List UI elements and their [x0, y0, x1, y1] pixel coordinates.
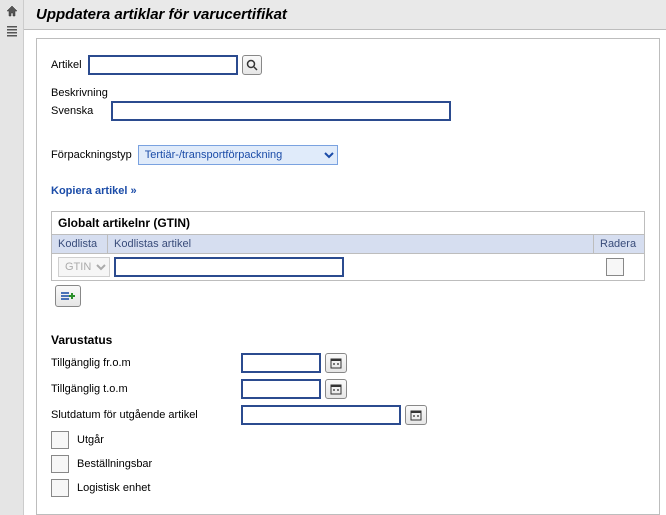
tillg-from-input[interactable]: [241, 353, 321, 373]
artikel-input[interactable]: [88, 55, 238, 75]
logistisk-label: Logistisk enhet: [77, 482, 150, 494]
forpackningstyp-select[interactable]: Tertiär-/transportförpackning: [138, 145, 338, 165]
gtin-group: Globalt artikelnr (GTIN) Kodlista Kodlis…: [51, 211, 645, 281]
calendar-icon: [330, 383, 342, 395]
tillg-tom-label: Tillgänglig t.o.m: [51, 383, 241, 395]
artikel-row: Artikel: [51, 55, 645, 75]
col-kodlista: Kodlista: [52, 235, 108, 253]
slutdatum-row: Slutdatum för utgående artikel: [51, 405, 645, 425]
slutdatum-input[interactable]: [241, 405, 401, 425]
beskrivning-label: Beskrivning: [51, 87, 645, 99]
add-row-button[interactable]: [55, 285, 81, 307]
svenska-label: Svenska: [51, 105, 105, 117]
svenska-input[interactable]: [111, 101, 451, 121]
utgar-label: Utgår: [77, 434, 104, 446]
left-rail: [0, 0, 24, 515]
varustatus-title: Varustatus: [51, 333, 645, 347]
search-icon: [246, 59, 258, 71]
utgar-checkbox[interactable]: [51, 431, 69, 449]
bestallningsbar-checkbox[interactable]: [51, 455, 69, 473]
slutdatum-label: Slutdatum för utgående artikel: [51, 409, 241, 421]
radera-button[interactable]: [606, 258, 624, 276]
tillg-tom-row: Tillgänglig t.o.m: [51, 379, 645, 399]
delete-icon: [610, 259, 620, 269]
tillg-tom-calendar-button[interactable]: [325, 379, 347, 399]
col-radera: Radera: [594, 235, 644, 253]
page-title-text: Uppdatera artiklar för varucertifikat: [36, 6, 287, 23]
kopiera-artikel-link[interactable]: Kopiera artikel »: [51, 185, 137, 197]
gtin-group-title: Globalt artikelnr (GTIN): [52, 212, 644, 234]
gtin-grid-header: Kodlista Kodlistas artikel Radera: [52, 234, 644, 254]
gtin-grid-row: GTIN: [52, 254, 644, 280]
kodlista-select: GTIN: [58, 257, 110, 277]
forpackningstyp-label: Förpackningstyp: [51, 149, 132, 161]
utgar-row: Utgår: [51, 431, 645, 449]
page-title: Uppdatera artiklar för varucertifikat: [24, 0, 666, 30]
logistisk-row: Logistisk enhet: [51, 479, 645, 497]
tillg-from-calendar-button[interactable]: [325, 353, 347, 373]
bestallningsbar-label: Beställningsbar: [77, 458, 152, 470]
kodlistas-artikel-input[interactable]: [114, 257, 344, 277]
logistisk-checkbox[interactable]: [51, 479, 69, 497]
tillg-from-label: Tillgänglig fr.o.m: [51, 357, 241, 369]
col-kodlistas-artikel: Kodlistas artikel: [108, 235, 594, 253]
artikel-label: Artikel: [51, 59, 82, 71]
main-content: Artikel Beskrivning Svenska Förpacknings…: [36, 38, 660, 515]
tillg-from-row: Tillgänglig fr.o.m: [51, 353, 645, 373]
calendar-icon: [410, 409, 422, 421]
slutdatum-calendar-button[interactable]: [405, 405, 427, 425]
forpackningstyp-row: Förpackningstyp Tertiär-/transportförpac…: [51, 145, 645, 165]
artikel-search-button[interactable]: [242, 55, 262, 75]
calendar-icon: [330, 357, 342, 369]
list-icon[interactable]: [5, 24, 19, 38]
add-row-icon: [60, 290, 76, 302]
bestallningsbar-row: Beställningsbar: [51, 455, 645, 473]
svenska-row: Svenska: [51, 101, 645, 121]
home-icon[interactable]: [5, 4, 19, 18]
tillg-tom-input[interactable]: [241, 379, 321, 399]
